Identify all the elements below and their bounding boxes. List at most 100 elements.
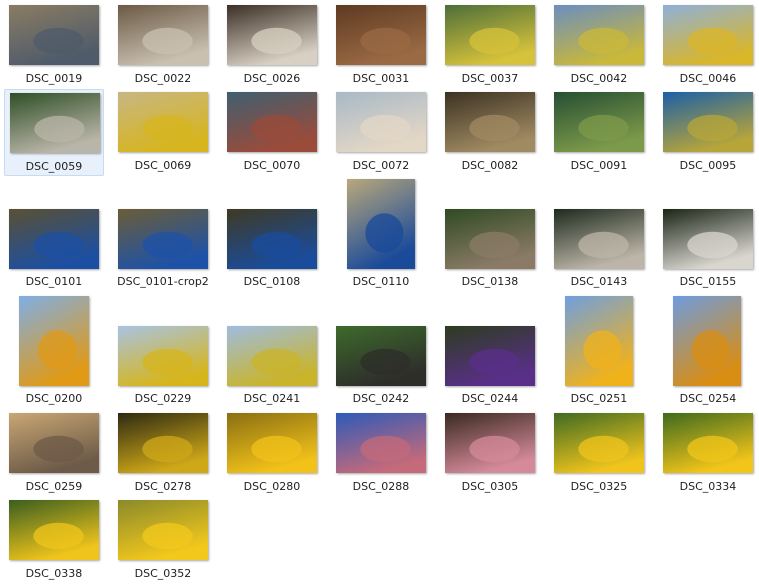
file-name-label: DSC_0254: [679, 392, 737, 405]
photo-thumbnail[interactable]: [663, 5, 753, 65]
file-thumbnail-grid: DSC_0019 DSC_0022 DSC_0026 DSC_0031 DSC_0037…: [0, 0, 759, 583]
file-name-label: DSC_0110: [352, 275, 410, 288]
file-item[interactable]: DSC_0241: [222, 293, 322, 409]
file-name-label: DSC_0026: [243, 72, 301, 85]
file-item[interactable]: DSC_0338: [4, 497, 104, 584]
file-item[interactable]: DSC_0070: [222, 89, 322, 176]
file-item[interactable]: DSC_0200: [4, 293, 104, 409]
file-name-label: DSC_0338: [25, 567, 83, 580]
file-item[interactable]: DSC_0288: [331, 410, 431, 497]
photo-thumbnail[interactable]: [336, 326, 426, 386]
photo-thumbnail[interactable]: [554, 209, 644, 269]
file-name-label: DSC_0143: [570, 275, 628, 288]
file-item[interactable]: DSC_0278: [113, 410, 213, 497]
file-item[interactable]: DSC_0022: [113, 2, 213, 89]
photo-thumbnail[interactable]: [227, 5, 317, 65]
file-name-label: DSC_0288: [352, 480, 410, 493]
photo-thumbnail[interactable]: [118, 500, 208, 560]
file-item[interactable]: DSC_0229: [113, 293, 213, 409]
photo-thumbnail[interactable]: [663, 92, 753, 152]
photo-thumbnail[interactable]: [663, 413, 753, 473]
file-item[interactable]: DSC_0242: [331, 293, 431, 409]
file-name-label: DSC_0244: [461, 392, 519, 405]
file-name-label: DSC_0091: [570, 159, 628, 172]
file-name-label: DSC_0019: [25, 72, 83, 85]
photo-thumbnail[interactable]: [227, 326, 317, 386]
photo-thumbnail[interactable]: [9, 5, 99, 65]
file-item[interactable]: DSC_0042: [549, 2, 649, 89]
file-item[interactable]: DSC_0259: [4, 410, 104, 497]
photo-thumbnail[interactable]: [10, 93, 100, 153]
file-item[interactable]: DSC_0082: [440, 89, 540, 176]
file-item[interactable]: DSC_0143: [549, 176, 649, 292]
file-item[interactable]: DSC_0031: [331, 2, 431, 89]
file-item[interactable]: DSC_0110: [331, 176, 431, 292]
photo-thumbnail[interactable]: [336, 5, 426, 65]
file-item[interactable]: DSC_0026: [222, 2, 322, 89]
photo-thumbnail[interactable]: [336, 92, 426, 152]
file-item[interactable]: DSC_0325: [549, 410, 649, 497]
file-item[interactable]: DSC_0069: [113, 89, 213, 176]
file-item[interactable]: DSC_0101-crop2: [113, 176, 213, 292]
photo-thumbnail[interactable]: [445, 413, 535, 473]
photo-thumbnail[interactable]: [554, 92, 644, 152]
file-name-label: DSC_0229: [134, 392, 192, 405]
photo-thumbnail[interactable]: [227, 413, 317, 473]
photo-thumbnail[interactable]: [118, 326, 208, 386]
photo-thumbnail[interactable]: [118, 92, 208, 152]
file-name-label: DSC_0095: [679, 159, 737, 172]
photo-thumbnail[interactable]: [118, 5, 208, 65]
file-item[interactable]: DSC_0095: [658, 89, 758, 176]
photo-thumbnail[interactable]: [9, 500, 99, 560]
file-name-label: DSC_0069: [134, 159, 192, 172]
photo-thumbnail[interactable]: [445, 209, 535, 269]
file-name-label: DSC_0278: [134, 480, 192, 493]
photo-thumbnail[interactable]: [9, 413, 99, 473]
file-item[interactable]: DSC_0254: [658, 293, 758, 409]
file-name-label: DSC_0138: [461, 275, 519, 288]
file-item[interactable]: DSC_0037: [440, 2, 540, 89]
file-name-label: DSC_0280: [243, 480, 301, 493]
file-item[interactable]: DSC_0019: [4, 2, 104, 89]
photo-thumbnail[interactable]: [347, 179, 415, 269]
file-name-label: DSC_0101-crop2: [117, 275, 209, 288]
file-item[interactable]: DSC_0091: [549, 89, 649, 176]
file-name-label: DSC_0082: [461, 159, 519, 172]
photo-thumbnail[interactable]: [445, 92, 535, 152]
file-item[interactable]: DSC_0072: [331, 89, 431, 176]
file-name-label: DSC_0305: [461, 480, 519, 493]
file-item[interactable]: DSC_0046: [658, 2, 758, 89]
photo-thumbnail[interactable]: [19, 296, 89, 386]
file-item[interactable]: DSC_0280: [222, 410, 322, 497]
photo-thumbnail[interactable]: [227, 92, 317, 152]
photo-thumbnail[interactable]: [554, 5, 644, 65]
photo-thumbnail[interactable]: [227, 209, 317, 269]
photo-thumbnail[interactable]: [565, 296, 633, 386]
file-item[interactable]: DSC_0334: [658, 410, 758, 497]
file-item[interactable]: DSC_0108: [222, 176, 322, 292]
file-name-label: DSC_0334: [679, 480, 737, 493]
file-item[interactable]: DSC_0352: [113, 497, 213, 584]
file-item[interactable]: DSC_0251: [549, 293, 649, 409]
photo-thumbnail[interactable]: [554, 413, 644, 473]
file-item[interactable]: DSC_0244: [440, 293, 540, 409]
photo-thumbnail[interactable]: [663, 209, 753, 269]
photo-thumbnail[interactable]: [118, 413, 208, 473]
file-item[interactable]: DSC_0155: [658, 176, 758, 292]
file-name-label: DSC_0101: [25, 275, 83, 288]
file-name-label: DSC_0242: [352, 392, 410, 405]
file-item[interactable]: DSC_0305: [440, 410, 540, 497]
file-item[interactable]: DSC_0101: [4, 176, 104, 292]
file-name-label: DSC_0200: [25, 392, 83, 405]
file-name-label: DSC_0241: [243, 392, 301, 405]
photo-thumbnail[interactable]: [118, 209, 208, 269]
photo-thumbnail[interactable]: [673, 296, 741, 386]
photo-thumbnail[interactable]: [445, 5, 535, 65]
file-item[interactable]: DSC_0138: [440, 176, 540, 292]
photo-thumbnail[interactable]: [445, 326, 535, 386]
photo-thumbnail[interactable]: [336, 413, 426, 473]
file-item[interactable]: DSC_0059: [4, 89, 104, 176]
photo-thumbnail[interactable]: [9, 209, 99, 269]
file-name-label: DSC_0325: [570, 480, 628, 493]
file-name-label: DSC_0059: [25, 160, 83, 173]
